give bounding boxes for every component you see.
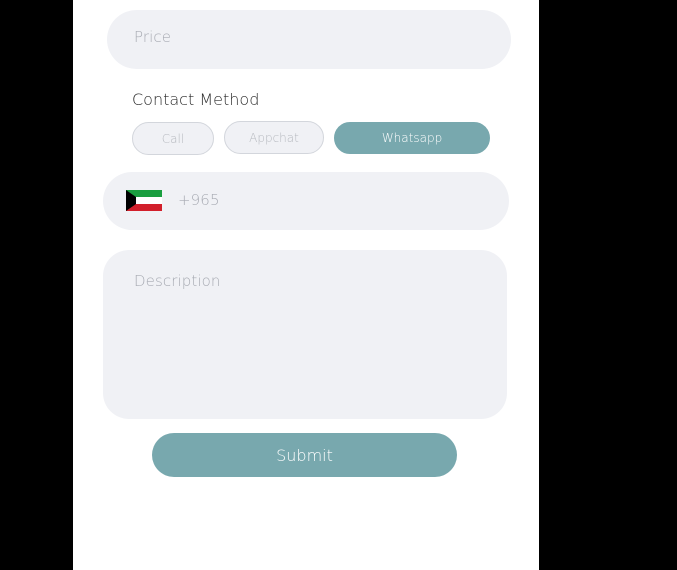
phone-input[interactable]: +965 bbox=[103, 172, 509, 230]
contact-option-call[interactable]: Call bbox=[132, 122, 214, 155]
contact-option-whatsapp[interactable]: Whatsapp bbox=[334, 122, 490, 154]
form-screen: Price Contact Method Call Appchat Whatsa… bbox=[73, 0, 537, 570]
contact-option-appchat[interactable]: Appchat bbox=[224, 121, 324, 154]
submit-button[interactable]: Submit bbox=[152, 433, 457, 477]
description-textarea[interactable]: Description bbox=[103, 250, 507, 419]
screen-edge-divider bbox=[537, 0, 539, 570]
phone-prefix: +965 bbox=[178, 191, 220, 209]
price-placeholder: Price bbox=[134, 28, 172, 46]
kuwait-flag-icon[interactable] bbox=[126, 190, 162, 211]
price-input[interactable]: Price bbox=[107, 10, 511, 69]
contact-method-label: Contact Method bbox=[132, 90, 260, 109]
description-placeholder: Description bbox=[134, 272, 221, 290]
